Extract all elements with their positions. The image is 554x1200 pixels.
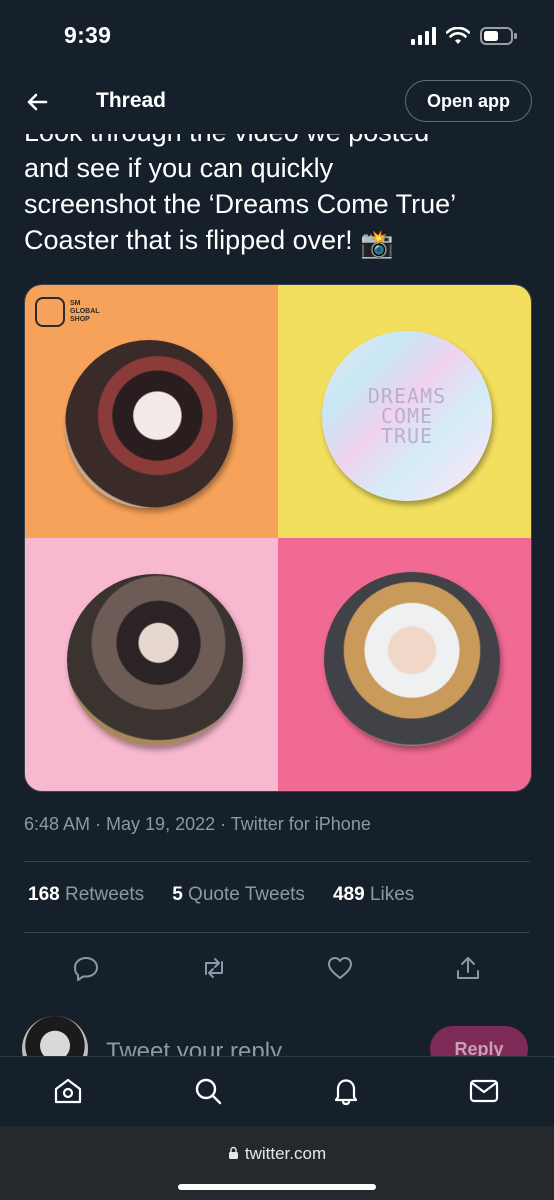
back-arrow-icon[interactable] <box>22 86 54 118</box>
battery-icon <box>480 27 517 45</box>
retweets-stat[interactable]: 168 Retweets <box>28 884 144 906</box>
sm-global-shop-logo: SM GLOBAL SHOP <box>35 297 100 327</box>
page-title: Thread <box>96 89 167 112</box>
photo-coaster <box>65 340 233 508</box>
media-quadrant-pink <box>25 538 278 791</box>
home-indicator <box>178 1184 376 1190</box>
wifi-icon <box>446 27 470 44</box>
reply-icon[interactable] <box>72 954 100 982</box>
status-time: 9:39 <box>64 22 112 48</box>
sm-logo-mark <box>35 297 65 327</box>
tweet-text-line: Coaster that is flipped over! 📸 <box>24 222 534 262</box>
hologram-line: TRUE <box>380 424 434 448</box>
divider <box>24 932 530 933</box>
hologram-line: COME <box>380 404 434 428</box>
bottom-navigation <box>0 1056 554 1127</box>
thread-header: Thread Open app <box>0 72 554 134</box>
open-app-button[interactable]: Open app <box>404 80 532 122</box>
search-icon[interactable] <box>192 1075 224 1107</box>
hologram-text: DREAMS COME TRUE <box>368 386 446 446</box>
media-quadrant-yellow: DREAMS COME TRUE <box>278 285 531 538</box>
camera-flash-icon: 📸 <box>360 229 394 259</box>
cellular-signal-icon <box>411 27 436 45</box>
likes-stat[interactable]: 489 Likes <box>333 884 414 906</box>
retweets-count: 168 <box>28 884 60 905</box>
tweet-actions <box>0 946 554 990</box>
quotes-label: Quote Tweets <box>188 884 305 905</box>
status-bar: 9:39 <box>0 0 554 72</box>
likes-count: 489 <box>332 884 365 905</box>
quotes-count: 5 <box>172 884 183 905</box>
status-icons <box>411 26 518 46</box>
hologram-line: DREAMS <box>367 384 447 408</box>
like-heart-icon[interactable] <box>326 954 354 982</box>
media-quadrant-orange: SM GLOBAL SHOP <box>25 285 278 538</box>
url-text: twitter.com <box>244 1144 327 1163</box>
url-display[interactable]: twitter.com <box>0 1144 554 1164</box>
media-quadrant-magenta <box>278 538 531 791</box>
lock-icon <box>228 1146 238 1159</box>
sm-logo-text: SM GLOBAL SHOP <box>70 300 100 324</box>
tweet-media-image[interactable]: SM GLOBAL SHOP DREAMS COME TRUE <box>24 284 532 792</box>
tweet-timestamp[interactable]: 6:48 AM · May 19, 2022 · Twitter for iPh… <box>24 814 371 835</box>
retweets-label: Retweets <box>64 884 145 905</box>
tweet-text-segment: Coaster that is flipped over! <box>24 225 353 255</box>
photo-coaster <box>324 572 500 746</box>
logo-line: SHOP <box>70 316 90 323</box>
retweet-icon[interactable] <box>200 954 228 982</box>
notifications-bell-icon[interactable] <box>330 1075 362 1107</box>
tweet-text-line: screenshot the ‘Dreams Come True’ <box>24 189 457 219</box>
divider <box>24 861 530 862</box>
browser-url-bar[interactable]: twitter.com <box>0 1126 554 1200</box>
share-icon[interactable] <box>454 954 482 982</box>
hologram-coaster: DREAMS COME TRUE <box>322 331 492 501</box>
tweet-text: Look through the video we posted and see… <box>24 114 534 262</box>
tweet-stats: 168 Retweets 5 Quote Tweets 489 Likes <box>28 884 414 906</box>
photo-coaster <box>67 574 243 746</box>
logo-line: GLOBAL <box>70 308 100 315</box>
quote-tweets-stat[interactable]: 5 Quote Tweets <box>172 884 305 906</box>
likes-label: Likes <box>369 884 415 905</box>
logo-line: SM <box>70 300 81 307</box>
tweet-text-line: and see if you can quickly <box>24 153 334 183</box>
messages-mail-icon[interactable] <box>468 1075 500 1107</box>
home-icon[interactable] <box>52 1075 84 1107</box>
